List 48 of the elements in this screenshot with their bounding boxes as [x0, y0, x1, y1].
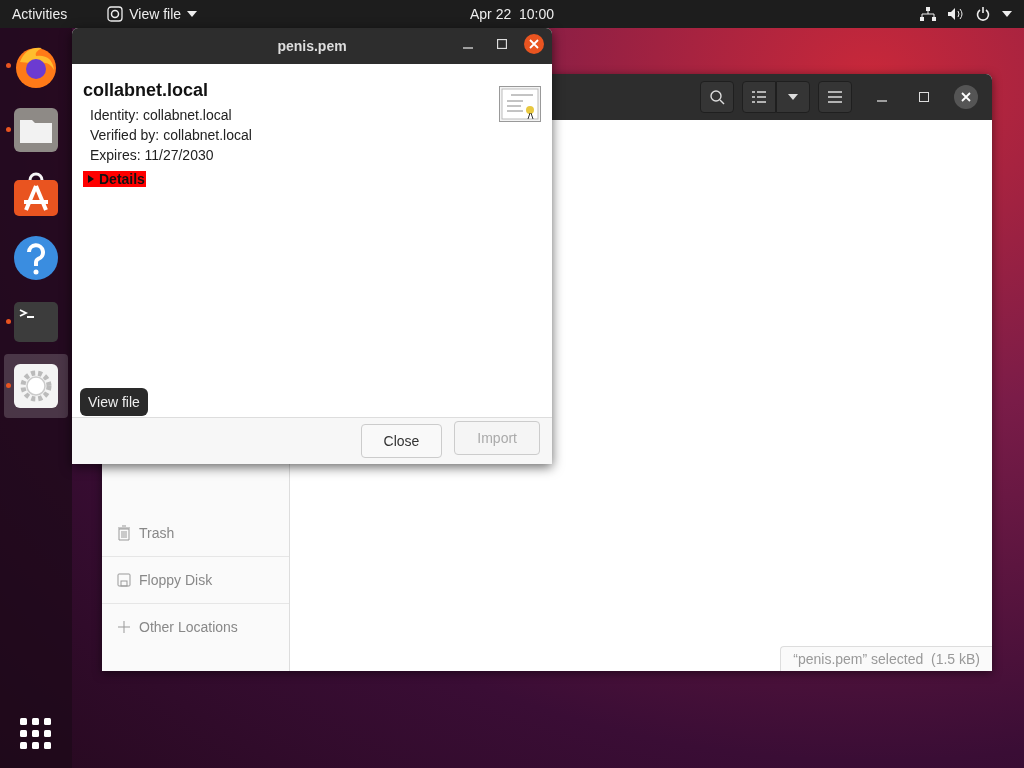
- search-button[interactable]: [700, 81, 734, 113]
- triangle-icon: [87, 175, 95, 183]
- sidebar-item[interactable]: Floppy Disk: [102, 557, 289, 604]
- list-icon: [752, 90, 766, 104]
- maximize-icon: [497, 39, 507, 49]
- close-icon: [961, 92, 971, 102]
- clock[interactable]: Apr 22 10:00: [469, 6, 555, 22]
- certificate-field: Verified by: collabnet.local: [83, 125, 541, 145]
- list-view-button[interactable]: [742, 81, 776, 113]
- activities-button[interactable]: Activities: [12, 6, 68, 22]
- close-icon: [529, 39, 539, 49]
- search-icon: [709, 89, 725, 105]
- tooltip: View file: [80, 388, 148, 416]
- view-options-button[interactable]: [776, 81, 810, 113]
- app-grid-icon[interactable]: [20, 718, 52, 750]
- trash-icon: [117, 525, 131, 541]
- question-mark-icon: [12, 234, 60, 282]
- sidebar-item-label: Other Locations: [139, 619, 238, 635]
- app-menu[interactable]: View file: [129, 6, 182, 22]
- dialog-button[interactable]: Close: [360, 424, 443, 458]
- network-icon: [920, 7, 936, 21]
- sidebar-item-label: Floppy Disk: [139, 572, 213, 588]
- volume-icon: [948, 7, 964, 21]
- close-button[interactable]: [954, 85, 978, 109]
- folder-icon: [12, 106, 60, 154]
- minimize-icon: [877, 100, 887, 102]
- sidebar-item[interactable]: Trash: [102, 510, 289, 557]
- caret-icon: [1002, 11, 1012, 17]
- menu-button[interactable]: [818, 81, 852, 113]
- power-icon: [976, 7, 990, 21]
- certificate-field: Expires: 11/27/2030: [83, 145, 541, 165]
- caret-icon: [187, 11, 198, 17]
- details-expander[interactable]: Details: [83, 171, 146, 187]
- shopping-bag-icon: [12, 170, 60, 218]
- minimize-icon: [463, 47, 473, 49]
- dock-item[interactable]: [4, 354, 68, 418]
- maximize-icon: [919, 92, 929, 102]
- certificate-field: Identity: collabnet.local: [83, 105, 541, 125]
- status-label: “penis.pem” selected (1.5 kB): [780, 646, 992, 671]
- menu-icon: [828, 91, 842, 103]
- certificate-name: collabnet.local: [83, 80, 210, 101]
- certificate-icon: [499, 86, 541, 122]
- caret-icon: [788, 94, 798, 100]
- sidebar-item-label: Trash: [139, 525, 175, 541]
- window-title: penis.pem: [277, 38, 347, 54]
- sidebar-item[interactable]: Other Locations: [102, 604, 289, 650]
- close-button[interactable]: [524, 34, 544, 54]
- plus-icon: [117, 619, 131, 635]
